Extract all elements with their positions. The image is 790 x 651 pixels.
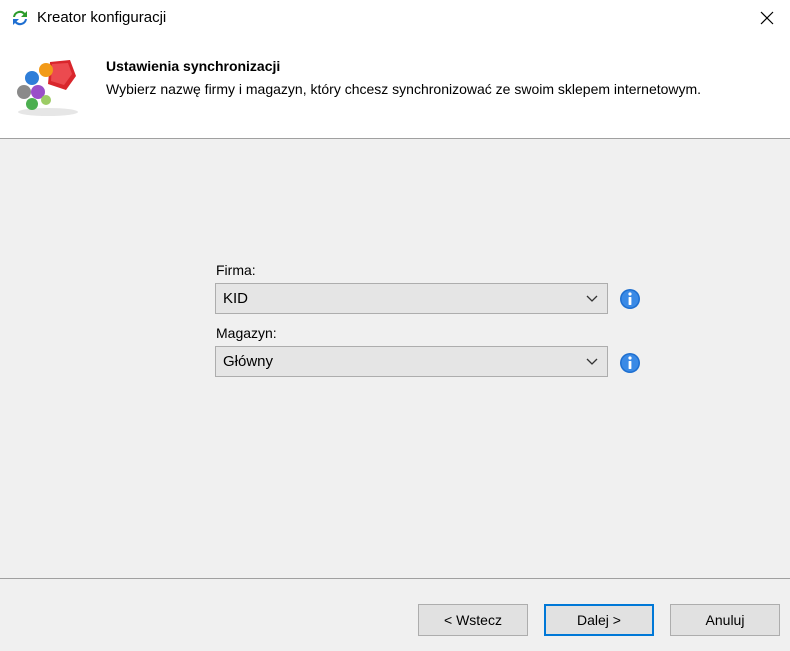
title-bar: Kreator konfiguracji xyxy=(0,0,790,38)
close-icon xyxy=(760,11,774,25)
sync-arrows-icon xyxy=(13,10,27,26)
chevron-down-icon xyxy=(586,295,598,302)
chevron-down-icon xyxy=(586,358,598,365)
wizard-footer: < Wstecz Dalej > Anuluj xyxy=(0,579,790,651)
magazyn-label: Magazyn: xyxy=(216,325,277,341)
close-button[interactable] xyxy=(744,0,790,36)
magazyn-select[interactable]: Główny xyxy=(215,346,608,377)
firma-info-icon[interactable] xyxy=(619,288,641,310)
people-sync-icon xyxy=(17,60,78,116)
page-title: Ustawienia synchronizacji xyxy=(106,58,281,74)
firma-value: KID xyxy=(223,290,249,307)
wizard-content: Firma: KID Magazyn: Główny xyxy=(0,139,790,578)
wizard-header: Ustawienia synchronizacji Wybierz nazwę … xyxy=(0,38,790,138)
window-title: Kreator konfiguracji xyxy=(37,9,167,26)
back-button[interactable]: < Wstecz xyxy=(418,604,528,636)
cancel-button[interactable]: Anuluj xyxy=(670,604,780,636)
magazyn-value: Główny xyxy=(223,353,274,370)
firma-select[interactable]: KID xyxy=(215,283,608,314)
magazyn-info-icon[interactable] xyxy=(619,352,641,374)
firma-label: Firma: xyxy=(216,262,256,278)
page-description: Wybierz nazwę firmy i magazyn, który chc… xyxy=(106,81,702,97)
next-button[interactable]: Dalej > xyxy=(544,604,654,636)
